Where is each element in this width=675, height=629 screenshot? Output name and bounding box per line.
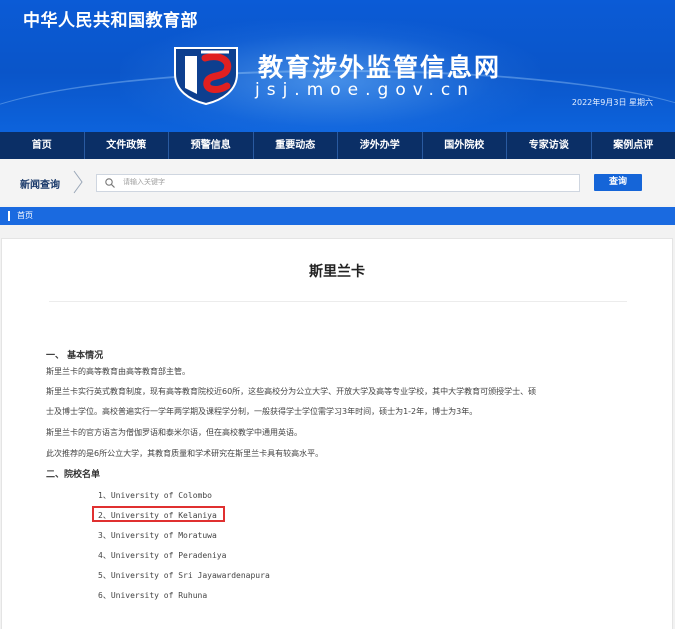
nav-item-interviews[interactable]: 专家访谈 (507, 132, 592, 159)
school-list-item: 6、University of Ruhuna (98, 590, 207, 601)
article-paragraph: 斯里兰卡的官方语言为僧伽罗语和泰米尔语，但在高校教学中通用英语。 (46, 427, 302, 439)
nav-item-policy[interactable]: 文件政策 (85, 132, 170, 159)
article-paragraph: 斯里兰卡实行英式教育制度，现有高等教育院校近60所，这些高校分为公立大学、开放大… (46, 386, 536, 398)
title-divider (49, 301, 627, 302)
nav-item-cases[interactable]: 案例点评 (592, 132, 675, 159)
nav-item-home[interactable]: 首页 (0, 132, 85, 159)
current-date: 2022年9月3日 星期六 (572, 97, 653, 108)
site-url: jsj.moe.gov.cn (255, 80, 475, 100)
chevron-divider-icon (72, 170, 84, 194)
search-icon (104, 177, 116, 189)
nav-item-warnings[interactable]: 预警信息 (169, 132, 254, 159)
search-input[interactable] (123, 175, 563, 189)
school-list-item: 4、University of Peradeniya (98, 550, 226, 561)
search-label: 新闻查询 (20, 176, 60, 191)
ministry-name[interactable]: 中华人民共和国教育部 (23, 6, 198, 31)
site-banner: 中华人民共和国教育部 教育涉外监管信息网 jsj.moe.gov.cn 2022… (0, 0, 675, 132)
search-button[interactable]: 查询 (594, 174, 642, 191)
nav-item-foreign-schools[interactable]: 国外院校 (423, 132, 508, 159)
main-nav: 首页 文件政策 预警信息 重要动态 涉外办学 国外院校 专家访谈 案例点评 (0, 132, 675, 159)
article-paragraph: 士及博士学位。高校普遍实行一学年两学期及课程学分制，一般获得学士学位需学习3年时… (46, 406, 477, 418)
section-heading-schools: 二、院校名单 (46, 467, 100, 480)
nav-item-cooperative-schools[interactable]: 涉外办学 (338, 132, 423, 159)
article-paragraph: 此次推荐的是6所公立大学，其教育质量和学术研究在斯里兰卡具有较高水平。 (46, 448, 323, 460)
site-title: 教育涉外监管信息网 (258, 48, 501, 84)
breadcrumb-marker (8, 211, 10, 221)
article-paragraph: 斯里兰卡的高等教育由高等教育部主管。 (46, 366, 190, 378)
school-list-item: 3、University of Moratuwa (98, 530, 217, 541)
site-logo-icon[interactable] (171, 44, 243, 106)
article-title: 斯里兰卡 (2, 261, 672, 281)
breadcrumb: 首页 (0, 207, 675, 225)
highlight-box (92, 506, 225, 522)
nav-item-news[interactable]: 重要动态 (254, 132, 339, 159)
section-heading-basic: 一、 基本情况 (46, 348, 103, 361)
school-list-item: 5、University of Sri Jayawardenapura (98, 570, 270, 581)
school-list-item: 1、University of Colombo (98, 490, 212, 501)
breadcrumb-home-link[interactable]: 首页 (17, 210, 33, 221)
